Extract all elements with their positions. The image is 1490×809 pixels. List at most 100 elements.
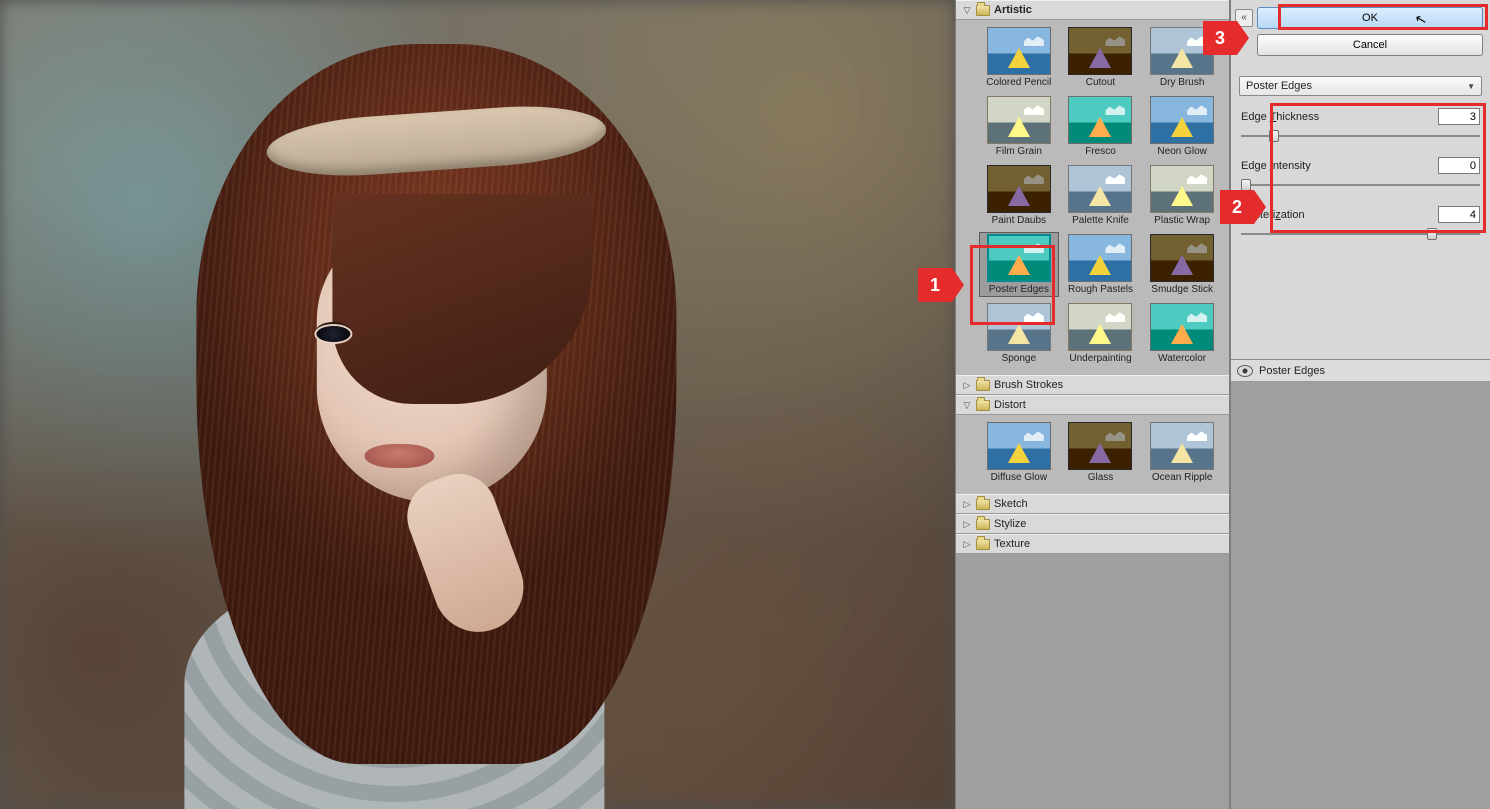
param-posterization: Posterization [1241, 206, 1480, 241]
filter-thumb-sponge[interactable]: Sponge [980, 302, 1058, 365]
cursor-icon: ↖ [1413, 10, 1429, 29]
edge-thickness-slider[interactable] [1241, 129, 1480, 143]
thumb-caption: Cutout [1086, 77, 1115, 88]
edge-thickness-input[interactable] [1438, 108, 1480, 125]
thumb-caption: Fresco [1085, 146, 1116, 157]
category-label: Stylize [994, 518, 1026, 530]
category-label: Sketch [994, 498, 1028, 510]
edge-intensity-input[interactable] [1438, 157, 1480, 174]
cancel-button-label: Cancel [1353, 39, 1387, 51]
filter-settings-panel: « OK ↖ Cancel Poster Edges ▼ Edge Thickn… [1230, 0, 1490, 809]
category-label: Brush Strokes [994, 379, 1063, 391]
category-distort[interactable]: ▽ Distort [956, 395, 1229, 415]
category-sketch[interactable]: ▷ Sketch [956, 494, 1229, 514]
thumb-caption: Smudge Stick [1151, 284, 1213, 295]
thumb-art [987, 165, 1051, 213]
filter-dropdown-value: Poster Edges [1246, 80, 1312, 92]
thumb-caption: Diffuse Glow [991, 472, 1048, 483]
filter-thumb-glass[interactable]: Glass [1062, 421, 1140, 484]
category-brush-strokes[interactable]: ▷ Brush Strokes [956, 375, 1229, 395]
thumb-art [1150, 303, 1214, 351]
thumb-art [1068, 27, 1132, 75]
thumb-art [1068, 422, 1132, 470]
thumb-art [1068, 165, 1132, 213]
thumb-caption: Underpainting [1069, 353, 1131, 364]
edge-intensity-slider[interactable] [1241, 178, 1480, 192]
filter-thumb-cutout[interactable]: Cutout [1062, 26, 1140, 89]
filter-thumb-colored-pencil[interactable]: Colored Pencil [980, 26, 1058, 89]
thumb-art [987, 96, 1051, 144]
disclosure-triangle-icon: ▽ [962, 5, 972, 16]
category-label: Distort [994, 399, 1026, 411]
thumb-art [1150, 27, 1214, 75]
thumb-caption: Sponge [1002, 353, 1036, 364]
param-label: Edge Thickness [1241, 111, 1319, 123]
folder-icon [976, 539, 990, 550]
param-label: Edge Intensity [1241, 160, 1311, 172]
filter-thumb-poster-edges[interactable]: Poster Edges [980, 233, 1058, 296]
thumb-caption: Film Grain [996, 146, 1042, 157]
category-label: Artistic [994, 4, 1032, 16]
collapse-toggle-icon[interactable]: « [1235, 9, 1253, 27]
category-artistic[interactable]: ▽ Artistic [956, 0, 1229, 20]
thumb-caption: Plastic Wrap [1154, 215, 1210, 226]
image-preview[interactable] [0, 0, 955, 809]
thumb-caption: Colored Pencil [986, 77, 1051, 88]
panel-filler [1231, 382, 1490, 809]
thumb-art [987, 422, 1051, 470]
filter-thumb-paint-daubs[interactable]: Paint Daubs [980, 164, 1058, 227]
thumb-art [1150, 96, 1214, 144]
category-stylize[interactable]: ▷ Stylize [956, 514, 1229, 534]
disclosure-triangle-icon: ▽ [962, 400, 972, 411]
thumb-caption: Glass [1088, 472, 1114, 483]
panel-filler [956, 554, 1229, 809]
parameters-group: Edge Thickness Edge Intensity [1231, 106, 1490, 259]
thumb-art [1068, 234, 1132, 282]
filter-thumb-dry-brush[interactable]: Dry Brush [1143, 26, 1221, 89]
ok-button[interactable]: OK ↖ [1257, 7, 1483, 29]
folder-icon [976, 400, 990, 411]
effect-layers-panel: Poster Edges [1231, 359, 1490, 809]
param-edge-intensity: Edge Intensity [1241, 157, 1480, 192]
visibility-eye-icon[interactable] [1237, 365, 1253, 377]
thumb-caption: Ocean Ripple [1152, 472, 1213, 483]
filter-thumb-plastic-wrap[interactable]: Plastic Wrap [1143, 164, 1221, 227]
thumb-art [987, 303, 1051, 351]
filter-thumb-neon-glow[interactable]: Neon Glow [1143, 95, 1221, 158]
thumb-art [1150, 165, 1214, 213]
posterization-input[interactable] [1438, 206, 1480, 223]
cancel-button[interactable]: Cancel [1257, 34, 1483, 56]
thumb-caption: Dry Brush [1160, 77, 1204, 88]
thumb-caption: Neon Glow [1157, 146, 1206, 157]
param-edge-thickness: Edge Thickness [1241, 108, 1480, 143]
artistic-thumbnails: Colored Pencil Cutout Dry Brush Film Grain F… [956, 20, 1229, 375]
filter-thumb-smudge-stick[interactable]: Smudge Stick [1143, 233, 1221, 296]
filter-dropdown[interactable]: Poster Edges ▼ [1239, 76, 1482, 96]
thumb-caption: Rough Pastels [1068, 284, 1133, 295]
folder-icon [976, 519, 990, 530]
thumb-caption: Palette Knife [1072, 215, 1129, 226]
filter-thumb-underpainting[interactable]: Underpainting [1062, 302, 1140, 365]
filter-thumb-diffuse-glow[interactable]: Diffuse Glow [980, 421, 1058, 484]
filter-thumb-film-grain[interactable]: Film Grain [980, 95, 1058, 158]
category-texture[interactable]: ▷ Texture [956, 534, 1229, 554]
disclosure-triangle-icon: ▷ [962, 539, 972, 550]
filter-thumb-fresco[interactable]: Fresco [1062, 95, 1140, 158]
filter-thumb-watercolor[interactable]: Watercolor [1143, 302, 1221, 365]
filter-thumb-palette-knife[interactable]: Palette Knife [1062, 164, 1140, 227]
thumb-art [1150, 422, 1214, 470]
param-label: Posterization [1241, 209, 1305, 221]
filter-thumb-rough-pastels[interactable]: Rough Pastels [1062, 233, 1140, 296]
thumb-art [987, 234, 1051, 282]
folder-icon [976, 5, 990, 16]
thumb-caption: Watercolor [1158, 353, 1206, 364]
thumb-art [1068, 96, 1132, 144]
filter-thumb-ocean-ripple[interactable]: Ocean Ripple [1143, 421, 1221, 484]
thumb-art [1068, 303, 1132, 351]
folder-icon [976, 380, 990, 391]
posterization-slider[interactable] [1241, 227, 1480, 241]
effect-layer-row[interactable]: Poster Edges [1231, 360, 1490, 382]
thumb-art [987, 27, 1051, 75]
filter-categories-panel: ▽ Artistic Colored Pencil Cutout Dry Brush… [955, 0, 1230, 809]
thumb-caption: Paint Daubs [992, 215, 1046, 226]
